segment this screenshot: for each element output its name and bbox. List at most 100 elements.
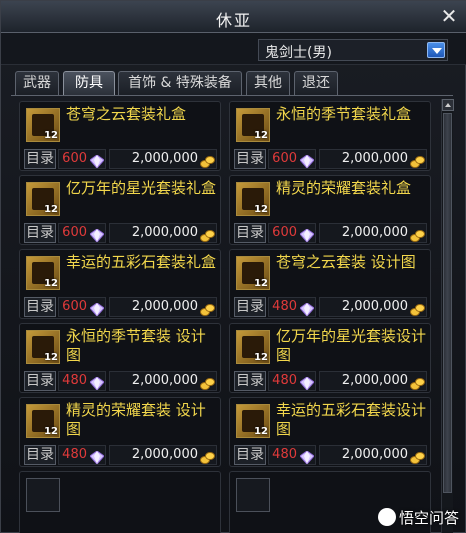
item-list: 12 苍穹之云套装礼盒 目录 600 2,000,000 12 永恒的季节套装礼盒 目录 600…	[11, 97, 439, 533]
gem-icon	[299, 301, 315, 317]
scrollbar[interactable]	[441, 99, 454, 533]
tab-armor[interactable]: 防具	[63, 71, 115, 95]
item-icon[interactable]: 12	[236, 108, 270, 142]
gold-price: 2,000,000	[109, 149, 217, 169]
gold-price: 2,000,000	[109, 297, 217, 317]
item-name: 精灵的荣耀套装 设计图	[66, 401, 206, 438]
shop-item-card[interactable]: 12 亿万年的星光套装礼盒目录 600 2,000,000	[19, 175, 221, 245]
gold-coin-icon	[200, 227, 215, 242]
shop-item-card[interactable]: 12 永恒的季节套装 设计图 目录 480 2,000,000	[19, 323, 221, 393]
item-icon[interactable]: 12	[26, 108, 60, 142]
gold-price: 2,000,000	[109, 223, 217, 243]
class-select[interactable]: 鬼剑士(男)	[258, 39, 448, 61]
gem-icon	[89, 227, 105, 243]
item-icon[interactable]: 12	[236, 256, 270, 290]
filter-bar: 鬼剑士(男)	[1, 33, 466, 65]
item-icon[interactable]: 12	[26, 330, 60, 364]
gem-price: 600	[268, 223, 316, 243]
gem-price: 600	[268, 149, 316, 169]
item-name: 永恒的季节套装礼盒	[276, 105, 412, 123]
item-level-badge: 12	[254, 352, 268, 363]
scroll-up-icon[interactable]	[442, 99, 454, 111]
gold-coin-icon	[200, 375, 215, 390]
item-level-badge: 12	[254, 278, 268, 289]
empty-item-slot	[19, 471, 221, 533]
catalog-button[interactable]: 目录	[234, 223, 266, 243]
gold-price-value: 2,000,000	[131, 151, 198, 166]
item-name: 精灵的荣耀套装礼盒	[276, 179, 412, 197]
tab-accessories[interactable]: 首饰 & 特殊装备	[118, 71, 242, 95]
shop-item-card[interactable]: 12 苍穹之云套装 设计图目录 480 2,000,000	[229, 249, 431, 319]
catalog-button[interactable]: 目录	[24, 445, 56, 465]
gem-icon	[89, 449, 105, 465]
item-icon[interactable]: 12	[26, 182, 60, 216]
gem-price: 600	[58, 297, 106, 317]
catalog-button[interactable]: 目录	[24, 297, 56, 317]
catalog-button[interactable]: 目录	[234, 149, 266, 169]
tab-weapons[interactable]: 武器	[15, 71, 59, 95]
shop-item-card[interactable]: 12 幸运的五彩石套装设计图 目录 480 2,000,000	[229, 397, 431, 467]
shop-item-card[interactable]: 12 永恒的季节套装礼盒目录 600 2,000,000	[229, 101, 431, 171]
gem-price: 480	[268, 297, 316, 317]
item-level-badge: 12	[44, 352, 58, 363]
shop-item-card[interactable]: 12 幸运的五彩石套装礼盒 目录 600 2,000,000	[19, 249, 221, 319]
catalog-button[interactable]: 目录	[234, 371, 266, 391]
gem-price: 480	[58, 445, 106, 465]
empty-icon-box	[236, 478, 270, 512]
gold-price-value: 2,000,000	[341, 373, 408, 388]
item-icon[interactable]: 12	[236, 404, 270, 438]
gem-icon	[89, 153, 105, 169]
gem-price-value: 600	[272, 225, 297, 240]
gold-price-value: 2,000,000	[341, 151, 408, 166]
item-name: 亿万年的星光套装设计图	[276, 327, 427, 364]
shop-item-card[interactable]: 12 精灵的荣耀套装礼盒目录 600 2,000,000	[229, 175, 431, 245]
item-icon[interactable]: 12	[236, 182, 270, 216]
watermark: 悟空问答	[377, 507, 459, 528]
gold-price: 2,000,000	[319, 371, 427, 391]
gem-price: 480	[58, 371, 106, 391]
catalog-button[interactable]: 目录	[24, 371, 56, 391]
shop-item-card[interactable]: 12 精灵的荣耀套装 设计图 目录 480 2,000,000	[19, 397, 221, 467]
catalog-button[interactable]: 目录	[234, 297, 266, 317]
tab-other[interactable]: 其他	[246, 71, 290, 95]
gem-icon	[299, 227, 315, 243]
chevron-down-icon[interactable]	[427, 42, 445, 58]
item-icon[interactable]: 12	[26, 256, 60, 290]
item-name: 亿万年的星光套装礼盒	[66, 179, 217, 197]
gold-coin-icon	[410, 301, 425, 316]
close-icon[interactable]: ✕	[437, 4, 461, 28]
gem-price-value: 480	[272, 373, 297, 388]
gold-price-value: 2,000,000	[131, 447, 198, 462]
gold-price: 2,000,000	[319, 445, 427, 465]
scroll-thumb[interactable]	[443, 113, 452, 493]
gem-price: 480	[268, 371, 316, 391]
gold-price: 2,000,000	[319, 223, 427, 243]
item-level-badge: 12	[254, 130, 268, 141]
item-level-badge: 12	[44, 278, 58, 289]
tab-divider	[11, 95, 453, 96]
gold-price: 2,000,000	[319, 297, 427, 317]
title-bar: 休亚 ✕	[1, 1, 466, 33]
gold-coin-icon	[410, 153, 425, 168]
gem-icon	[299, 153, 315, 169]
catalog-button[interactable]: 目录	[234, 445, 266, 465]
catalog-button[interactable]: 目录	[24, 223, 56, 243]
item-name: 苍穹之云套装 设计图	[276, 253, 416, 271]
gold-coin-icon	[200, 153, 215, 168]
shop-item-card[interactable]: 12 苍穹之云套装礼盒 目录 600 2,000,000	[19, 101, 221, 171]
item-level-badge: 12	[254, 204, 268, 215]
item-level-badge: 12	[44, 426, 58, 437]
tab-refund[interactable]: 退还	[294, 71, 338, 95]
gold-coin-icon	[410, 449, 425, 464]
gold-coin-icon	[410, 227, 425, 242]
item-icon[interactable]: 12	[26, 404, 60, 438]
gem-price-value: 600	[62, 225, 87, 240]
item-level-badge: 12	[44, 204, 58, 215]
gold-price-value: 2,000,000	[131, 373, 198, 388]
gold-price-value: 2,000,000	[131, 225, 198, 240]
catalog-button[interactable]: 目录	[24, 149, 56, 169]
gem-icon	[299, 375, 315, 391]
shop-item-card[interactable]: 12 亿万年的星光套装设计图 目录 480 2,000,000	[229, 323, 431, 393]
gem-price-value: 480	[272, 299, 297, 314]
item-icon[interactable]: 12	[236, 330, 270, 364]
